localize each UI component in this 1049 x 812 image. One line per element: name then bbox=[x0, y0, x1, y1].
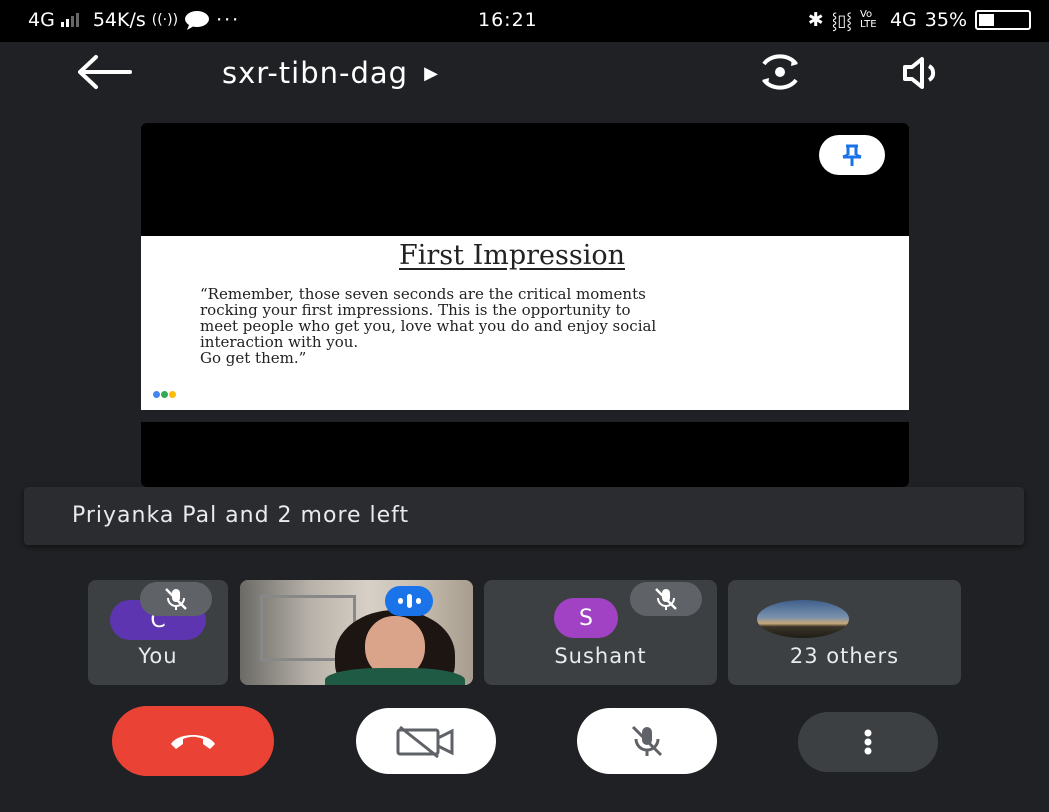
vibrate-icon: ⸾▯⸾ bbox=[831, 11, 852, 30]
clock: 16:21 bbox=[478, 9, 538, 31]
camera-toggle-button[interactable] bbox=[356, 708, 496, 774]
participant-tile-you[interactable]: C You bbox=[88, 580, 228, 685]
mic-off-icon bbox=[655, 588, 677, 610]
status-right: ✱ ⸾▯⸾ Vo LTE 4G 35% bbox=[808, 9, 1031, 31]
muted-badge bbox=[630, 582, 702, 616]
battery-icon bbox=[975, 10, 1031, 30]
mic-off-icon bbox=[165, 588, 187, 610]
participant-video-tile[interactable] bbox=[240, 580, 473, 685]
phone-hangup-icon bbox=[171, 735, 215, 749]
battery-percent: 35% bbox=[924, 9, 967, 31]
top-app-bar: sxr-tibn-dag ▶ bbox=[0, 42, 1049, 102]
speaker-icon[interactable] bbox=[902, 56, 942, 90]
slide-quote: “Remember, those seven seconds are the c… bbox=[200, 285, 657, 367]
volte-label: Vo LTE bbox=[859, 9, 877, 30]
participant-name: You bbox=[138, 644, 178, 668]
status-bar: 4G 54K/s ((·)) ··· 16:21 ✱ ⸾▯⸾ Vo LTE 4G… bbox=[0, 0, 1049, 42]
network-type-right: 4G bbox=[889, 9, 917, 31]
play-arrow-icon: ▶ bbox=[424, 62, 439, 84]
toast-message: Priyanka Pal and 2 more left bbox=[72, 503, 410, 528]
data-speed: 54K/s bbox=[92, 9, 146, 31]
presentation-view[interactable]: First Impression “Remember, those seven … bbox=[141, 123, 909, 487]
pin-button[interactable] bbox=[819, 135, 885, 175]
meeting-code: sxr-tibn-dag bbox=[222, 56, 409, 90]
more-options-button[interactable] bbox=[798, 712, 938, 772]
bluetooth-icon: ✱ bbox=[807, 9, 824, 31]
speaking-indicator-icon bbox=[385, 586, 433, 616]
mic-toggle-button[interactable] bbox=[577, 708, 717, 774]
avatar: S bbox=[554, 598, 618, 638]
participant-tile-sushant[interactable]: S Sushant bbox=[484, 580, 717, 685]
video-off-icon bbox=[396, 725, 454, 758]
status-left: 4G 54K/s ((·)) ··· bbox=[28, 9, 240, 31]
others-avatar bbox=[757, 600, 849, 638]
participants-left-toast: Priyanka Pal and 2 more left bbox=[24, 487, 1024, 545]
more-vert-icon bbox=[864, 729, 872, 755]
others-label: 23 others bbox=[789, 644, 900, 668]
meeting-title[interactable]: sxr-tibn-dag ▶ bbox=[222, 56, 439, 90]
signal-icon bbox=[60, 13, 79, 27]
participant-tile-others[interactable]: 23 others bbox=[728, 580, 961, 685]
more-dots-icon: ··· bbox=[216, 9, 241, 31]
slide-logo bbox=[153, 391, 176, 398]
participant-name: Sushant bbox=[554, 644, 647, 668]
slide: First Impression “Remember, those seven … bbox=[141, 236, 909, 410]
network-type: 4G bbox=[28, 9, 55, 31]
mic-off-icon bbox=[631, 725, 663, 757]
muted-badge bbox=[140, 582, 212, 616]
slide-title: First Impression bbox=[399, 240, 625, 271]
pin-icon bbox=[842, 144, 862, 166]
chat-bubble-icon bbox=[185, 11, 210, 30]
back-arrow-icon[interactable] bbox=[78, 54, 132, 90]
switch-camera-icon[interactable] bbox=[758, 50, 802, 94]
end-call-button[interactable] bbox=[112, 706, 274, 776]
hotspot-icon: ((·)) bbox=[151, 12, 179, 28]
